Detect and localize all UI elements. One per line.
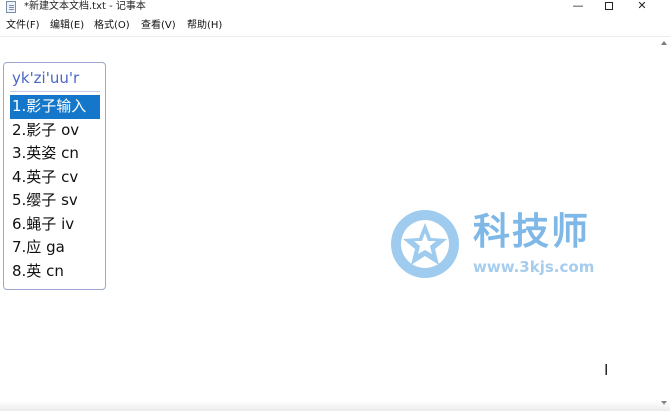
- menu-bar: 文件(F) 编辑(E) 格式(O) 查看(V) 帮助(H): [0, 16, 670, 37]
- ime-candidate-window: yk'zi'uu'r 1.影子输入 2.影子 ov 3.英姿 cn 4.英子 c…: [3, 62, 106, 290]
- menu-format[interactable]: 格式(O): [94, 19, 130, 33]
- ime-candidate-6[interactable]: 6.蝇子 iv: [10, 213, 102, 237]
- ime-divider: [10, 91, 100, 92]
- title-bar: *新建文本文档.txt - 记事本 — ✕: [0, 0, 670, 16]
- scroll-up-arrow-icon[interactable]: [661, 41, 667, 45]
- ime-candidate-7[interactable]: 7.应 ga: [10, 236, 102, 260]
- star-logo-icon: [391, 210, 459, 278]
- ime-candidate-1[interactable]: 1.影子输入: [10, 95, 100, 119]
- maximize-button[interactable]: [596, 0, 622, 14]
- close-icon: ✕: [637, 0, 647, 12]
- ime-candidate-8[interactable]: 8.英 cn: [10, 260, 102, 284]
- ime-candidate-5[interactable]: 5.缨子 sv: [10, 189, 102, 213]
- window-bottom-edge: [0, 401, 670, 411]
- watermark-title: 科技师: [473, 210, 590, 253]
- close-button[interactable]: ✕: [629, 0, 655, 14]
- ime-composition-text: yk'zi'uu'r: [12, 69, 80, 87]
- menu-help[interactable]: 帮助(H): [187, 19, 222, 33]
- menu-file[interactable]: 文件(F): [6, 19, 40, 33]
- menu-view[interactable]: 查看(V): [141, 19, 176, 33]
- notepad-icon: [6, 1, 16, 13]
- watermark-logo: 科技师 www.3kjs.com: [387, 206, 627, 284]
- vertical-scrollbar[interactable]: [656, 37, 670, 411]
- ime-candidate-list: 1.影子输入 2.影子 ov 3.英姿 cn 4.英子 cv 5.缨子 sv 6…: [10, 95, 102, 283]
- menu-edit[interactable]: 编辑(E): [50, 19, 84, 33]
- minimize-icon: —: [572, 0, 584, 12]
- window-title: *新建文本文档.txt - 记事本: [24, 1, 146, 12]
- ime-candidate-4[interactable]: 4.英子 cv: [10, 166, 102, 190]
- ime-candidate-2[interactable]: 2.影子 ov: [10, 119, 102, 143]
- text-cursor-icon: I: [604, 361, 609, 379]
- minimize-button[interactable]: —: [565, 0, 591, 14]
- maximize-icon: [605, 2, 613, 10]
- ime-candidate-3[interactable]: 3.英姿 cn: [10, 142, 102, 166]
- watermark-url: www.3kjs.com: [473, 258, 595, 276]
